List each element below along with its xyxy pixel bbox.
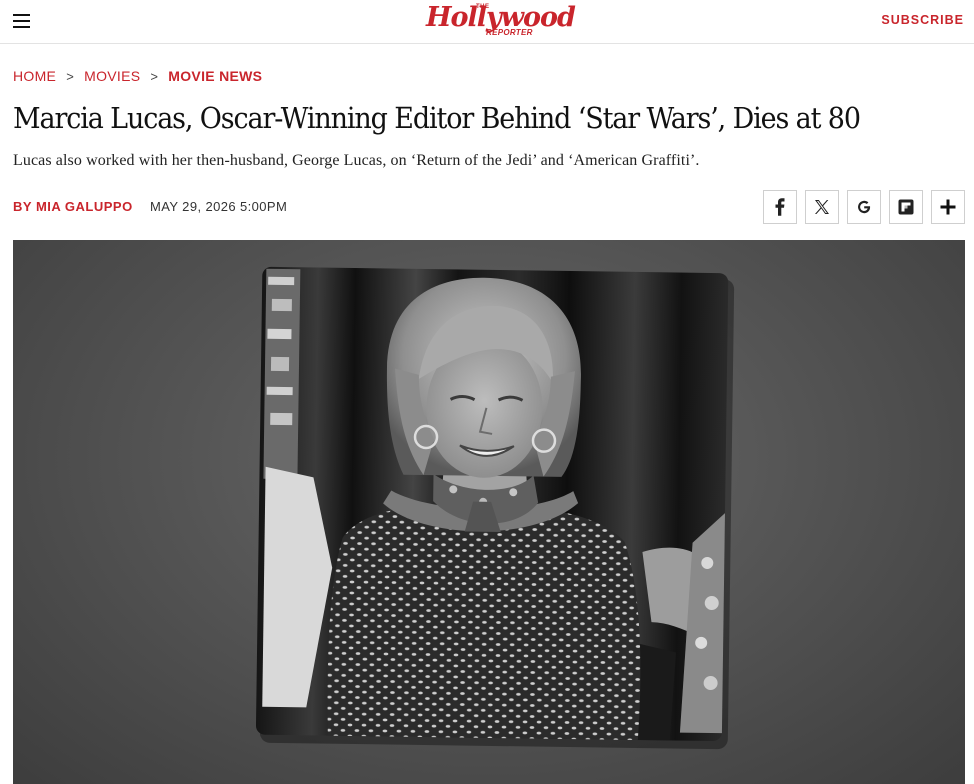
breadcrumb-movies[interactable]: MOVIES xyxy=(84,68,140,84)
author-link[interactable]: MIA GALUPPO xyxy=(36,199,133,214)
share-google-button[interactable] xyxy=(847,190,881,224)
breadcrumb-separator: > xyxy=(150,68,159,84)
share-flipboard-button[interactable] xyxy=(889,190,923,224)
breadcrumb: HOME > MOVIES > MOVIE NEWS xyxy=(13,68,262,84)
byline-prefix: BY xyxy=(13,199,32,214)
menu-icon[interactable] xyxy=(13,14,30,28)
share-bar xyxy=(763,190,965,224)
flipboard-icon xyxy=(898,199,914,215)
byline: BY MIA GALUPPO xyxy=(13,199,133,214)
x-icon xyxy=(815,200,829,214)
site-header: THE Hollywood REPORTER SUBSCRIBE xyxy=(0,0,974,44)
subscribe-link[interactable]: SUBSCRIBE xyxy=(881,13,964,27)
facebook-icon xyxy=(775,198,785,216)
plus-icon xyxy=(940,199,956,215)
breadcrumb-separator: > xyxy=(66,68,75,84)
google-icon xyxy=(858,200,871,214)
publish-date: MAY 29, 2026 5:00PM xyxy=(150,199,288,214)
share-x-button[interactable] xyxy=(805,190,839,224)
portrait-photo xyxy=(255,266,735,750)
logo-reporter: REPORTER xyxy=(486,28,533,37)
breadcrumb-movie-news[interactable]: MOVIE NEWS xyxy=(168,68,262,84)
breadcrumb-home[interactable]: HOME xyxy=(13,68,56,84)
share-more-button[interactable] xyxy=(931,190,965,224)
site-logo[interactable]: THE Hollywood REPORTER xyxy=(426,2,576,42)
article-dek: Lucas also worked with her then-husband,… xyxy=(13,152,700,169)
share-facebook-button[interactable] xyxy=(763,190,797,224)
article-title: Marcia Lucas, Oscar-Winning Editor Behin… xyxy=(13,101,861,135)
hero-image xyxy=(13,240,965,784)
